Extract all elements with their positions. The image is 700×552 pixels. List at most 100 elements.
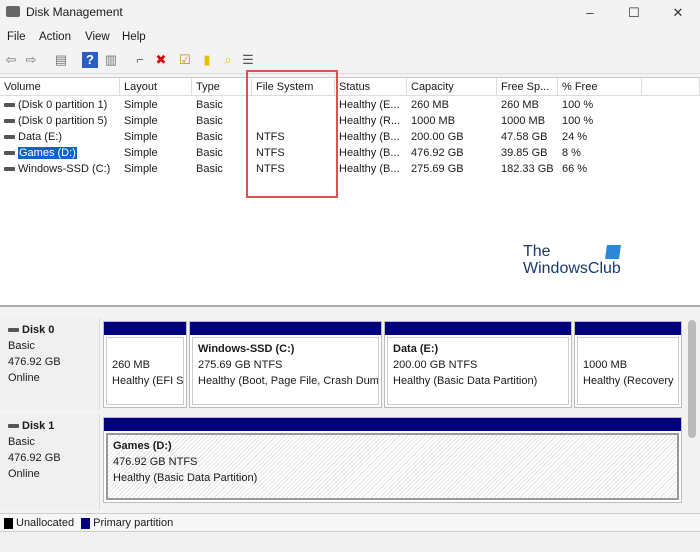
disk-label-0[interactable]: Disk 0 Basic 476.92 GB Online xyxy=(0,318,100,410)
drive-icon xyxy=(4,119,15,124)
partition-info: Games (D:) 476.92 GB NTFS Healthy (Basic D… xyxy=(106,433,679,500)
drive-icon xyxy=(4,103,15,108)
volume-name: Games (D:) xyxy=(18,147,77,159)
open-folder-icon[interactable]: ▮ xyxy=(199,52,215,68)
console-tree-icon[interactable]: ▤ xyxy=(53,52,69,68)
partition-block[interactable]: Games (D:) 476.92 GB NTFS Healthy (Basic D… xyxy=(103,417,682,503)
disk-status: Online xyxy=(8,468,40,480)
cell-2: Basic xyxy=(196,147,223,159)
cell-2: Basic xyxy=(196,163,223,175)
disk-status: Online xyxy=(8,372,40,384)
volume-name: Windows-SSD (C:) xyxy=(18,163,111,175)
partition-block[interactable]: Data (E:) 200.00 GB NTFS Healthy (Basic Da… xyxy=(384,321,572,408)
cell-7: 100 % xyxy=(562,99,594,111)
cell-7: 8 % xyxy=(562,147,581,159)
disk-size: 476.92 GB xyxy=(8,356,61,368)
disk-label-1[interactable]: Disk 1 Basic 476.92 GB Online xyxy=(0,414,100,510)
partition-block[interactable]: 260 MB Healthy (EFI Sy xyxy=(103,321,187,408)
cell-1: Simple xyxy=(124,115,158,127)
partition-status: Healthy (Basic Data Partition) xyxy=(393,375,538,387)
maximize-button[interactable]: ☐ xyxy=(614,2,654,24)
partition-size: 476.92 GB NTFS xyxy=(113,456,198,468)
menu-bar: File Action View Help xyxy=(0,28,700,48)
connect-icon[interactable]: ⌐ xyxy=(132,52,148,68)
toolbar: ⇦ ⇨ ▤? ▥ ⌐ ✖ ☑ ▮ ⌕ ☰ xyxy=(0,48,700,74)
table-row[interactable]: Data (E:) Simple Basic NTFS Healthy (B... 200… xyxy=(0,129,700,145)
back-arrow-icon[interactable]: ⇦ xyxy=(3,52,19,68)
menu-file[interactable]: File xyxy=(7,31,26,43)
list-view-icon[interactable]: ☰ xyxy=(240,52,256,68)
partition-bar xyxy=(104,418,681,431)
cell-7: 66 % xyxy=(562,163,588,175)
properties-icon[interactable]: ☑ xyxy=(177,52,193,68)
disk-type: Basic xyxy=(8,340,35,352)
legend-unallocated: Unallocated xyxy=(16,517,75,529)
highlight-box xyxy=(246,70,338,198)
cell-0: (Disk 0 partition 1) xyxy=(4,97,118,113)
help-icon[interactable]: ? xyxy=(82,52,98,68)
watermark-icon xyxy=(605,245,621,259)
column-header-2[interactable]: Type xyxy=(192,78,252,96)
partition-bar xyxy=(575,322,681,335)
cell-4: Healthy (E... xyxy=(339,99,400,111)
disk-type: Basic xyxy=(8,436,35,448)
watermark-line2: WindowsClub xyxy=(523,260,621,277)
column-header-7[interactable]: % Free xyxy=(558,78,642,96)
partition-status: Healthy (EFI Sy xyxy=(112,375,184,387)
column-header-0[interactable]: Volume xyxy=(0,78,120,96)
close-button[interactable]: ✕ xyxy=(658,2,698,24)
primary-swatch xyxy=(81,517,91,529)
legend: Unallocated Primary partition xyxy=(0,513,700,532)
drive-icon xyxy=(4,151,15,156)
drive-icon xyxy=(4,167,15,172)
scrollbar-thumb[interactable] xyxy=(688,320,696,438)
partition-block[interactable]: Windows-SSD (C:) 275.69 GB NTFS Healthy (B… xyxy=(189,321,382,408)
table-row[interactable]: Games (D:) Simple Basic NTFS Healthy (B... 47… xyxy=(0,145,700,161)
table-row[interactable]: Windows-SSD (C:) Simple Basic NTFS Healthy (… xyxy=(0,161,700,177)
menu-help[interactable]: Help xyxy=(122,31,146,43)
cell-2: Basic xyxy=(196,131,223,143)
cell-4: Healthy (B... xyxy=(339,131,400,143)
drive-icon xyxy=(4,135,15,140)
cell-0: Windows-SSD (C:) xyxy=(4,161,118,177)
cell-7: 100 % xyxy=(562,115,594,127)
cell-1: Simple xyxy=(124,147,158,159)
partition-info: Windows-SSD (C:) 275.69 GB NTFS Healthy (B… xyxy=(192,337,379,405)
partition-info: Data (E:) 200.00 GB NTFS Healthy (Basic Da… xyxy=(387,337,569,405)
column-header-5[interactable]: Capacity xyxy=(407,78,497,96)
column-header-filler xyxy=(642,78,700,96)
forward-arrow-icon[interactable]: ⇨ xyxy=(23,52,39,68)
disk-name-text: Disk 1 xyxy=(22,420,55,432)
cell-6: 260 MB xyxy=(501,99,539,111)
table-row[interactable]: (Disk 0 partition 5) Simple Basic Healthy (… xyxy=(0,113,700,129)
partition-bar xyxy=(104,322,186,335)
disk-name-text: Disk 0 xyxy=(22,324,55,336)
menu-action[interactable]: Action xyxy=(39,31,71,43)
disk-management-icon xyxy=(6,6,20,17)
disk-graph-pane: Disk 0 Basic 476.92 GB Online 260 MB Healthy … xyxy=(0,310,700,512)
cell-6: 39.85 GB xyxy=(501,147,548,159)
partition-title: Games (D:) xyxy=(113,440,172,452)
disk-name: Disk 0 xyxy=(8,322,91,338)
column-header-6[interactable]: Free Sp... xyxy=(497,78,558,96)
unallocated-swatch xyxy=(4,517,13,529)
menu-view[interactable]: View xyxy=(85,31,110,43)
partition-block[interactable]: 1000 MB Healthy (Recovery xyxy=(574,321,682,408)
column-header-4[interactable]: Status xyxy=(335,78,407,96)
title-bar: Disk Management – ☐ ✕ xyxy=(0,0,700,26)
cell-4: Healthy (R... xyxy=(339,115,401,127)
partition-bar xyxy=(190,322,381,335)
partition-title: Windows-SSD (C:) xyxy=(198,343,295,355)
minimize-button[interactable]: – xyxy=(570,2,610,24)
partition-info: 260 MB Healthy (EFI Sy xyxy=(106,337,184,405)
table-row[interactable]: (Disk 0 partition 1) Simple Basic Healthy (… xyxy=(0,97,700,113)
cell-5: 260 MB xyxy=(411,99,449,111)
column-header-1[interactable]: Layout xyxy=(120,78,192,96)
partition-size: 200.00 GB NTFS xyxy=(393,359,478,371)
delete-icon[interactable]: ✖ xyxy=(153,52,169,68)
action-pane-icon[interactable]: ▥ xyxy=(103,52,119,68)
volume-name: (Disk 0 partition 5) xyxy=(18,115,108,127)
search-folder-icon[interactable]: ⌕ xyxy=(220,52,236,68)
window-title: Disk Management xyxy=(26,5,123,19)
cell-2: Basic xyxy=(196,99,223,111)
